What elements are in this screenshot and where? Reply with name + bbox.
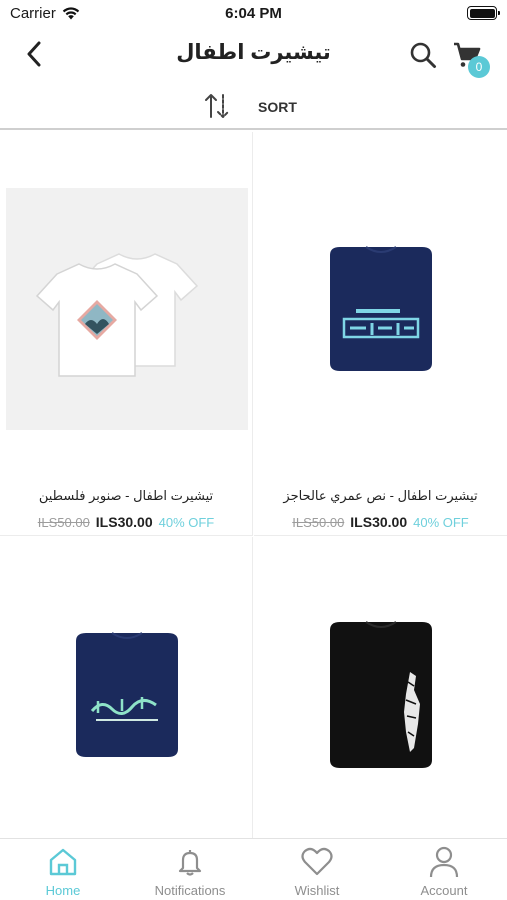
old-price: ILS50.00 [292, 515, 345, 530]
tab-label: Wishlist [294, 883, 340, 898]
old-price: ILS50.00 [37, 515, 90, 530]
product-image [260, 188, 502, 430]
tab-label: Account [420, 883, 468, 898]
search-icon [410, 42, 436, 68]
nav-bar: تيشيرت اطفال 0 [0, 28, 507, 80]
tab-notifications[interactable]: Notifications [127, 845, 253, 900]
product-card[interactable] [254, 537, 507, 838]
product-image [260, 551, 502, 838]
page-title: تيشيرت اطفال [176, 41, 331, 64]
tab-account[interactable]: Account [381, 845, 507, 900]
product-card[interactable]: تيشيرت اطفال - نص عمري عالحاجز ILS50.00 … [254, 132, 507, 536]
chevron-left-icon [27, 41, 41, 67]
discount-label: 40% OFF [413, 515, 469, 530]
tab-label: Home [45, 883, 81, 898]
navy-folded-tshirt-image [76, 631, 178, 757]
heart-icon [301, 847, 333, 876]
new-price: ILS30.00 [350, 514, 408, 530]
back-button[interactable] [18, 38, 50, 70]
navy-folded-tshirt-image [330, 246, 432, 371]
new-price: ILS30.00 [95, 514, 153, 530]
tab-wishlist[interactable]: Wishlist [254, 845, 380, 900]
product-image [6, 551, 248, 838]
product-card[interactable] [0, 537, 253, 838]
tab-bar: Home Notifications Wishlist Account [0, 838, 507, 900]
product-name: تيشيرت اطفال - صنوبر فلسطين [38, 488, 214, 503]
bell-icon [178, 850, 202, 876]
sort-icon [205, 94, 229, 118]
user-icon [429, 846, 459, 878]
white-tshirts-image [35, 253, 199, 377]
tab-home[interactable]: Home [0, 845, 126, 900]
sort-bar[interactable]: SORT [0, 84, 507, 130]
battery-icon [467, 6, 500, 20]
price-row: ILS50.00 ILS30.00 40% OFF [254, 514, 507, 530]
sort-label: SORT [258, 99, 297, 115]
cart-count-badge: 0 [468, 56, 490, 78]
discount-label: 40% OFF [158, 515, 215, 530]
home-icon [49, 848, 77, 876]
product-grid: تيشيرت اطفال - صنوبر فلسطين ILS50.00 ILS… [0, 132, 507, 838]
product-name: تيشيرت اطفال - نص عمري عالحاجز [283, 488, 478, 503]
black-folded-tshirt-image [330, 620, 432, 768]
price-row: ILS50.00 ILS30.00 40% OFF [0, 514, 252, 530]
status-bar: Carrier 6:04 PM [0, 0, 507, 28]
tab-label: Notifications [154, 883, 226, 898]
product-image [6, 188, 248, 430]
product-card[interactable]: تيشيرت اطفال - صنوبر فلسطين ILS50.00 ILS… [0, 132, 253, 536]
search-button[interactable] [406, 38, 440, 72]
status-time: 6:04 PM [225, 5, 282, 22]
